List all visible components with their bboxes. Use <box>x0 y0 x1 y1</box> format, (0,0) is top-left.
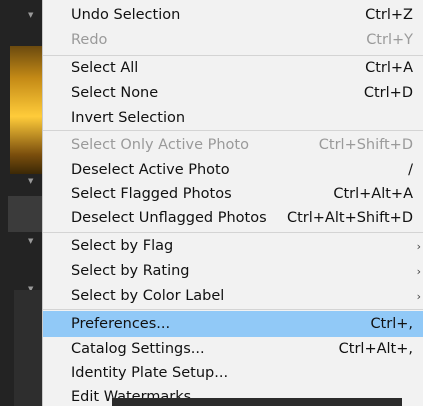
side-panel-bar <box>14 290 42 406</box>
menu-item-label: Undo Selection <box>71 7 181 23</box>
menu-item-shortcut: Ctrl+Y <box>366 32 413 48</box>
menu-item-shortcut: Ctrl+A <box>365 60 413 76</box>
menu-separator <box>43 309 423 310</box>
menu-item-label: Deselect Unflagged Photos <box>71 210 267 226</box>
menu-item-shortcut: / <box>408 162 413 178</box>
menu-item-select-all[interactable]: Select All Ctrl+A <box>43 55 423 81</box>
menu-item-select-by-color-label[interactable]: Select by Color Label › <box>43 283 423 309</box>
collapse-triangle-icon[interactable]: ▼ <box>28 12 33 19</box>
menu-item-label: Select by Color Label <box>71 288 225 304</box>
photo-thumbnail[interactable] <box>10 46 42 174</box>
underlying-window-strip <box>112 398 402 406</box>
menu-item-shortcut: Ctrl+D <box>363 85 413 101</box>
menu-item-select-flagged-photos[interactable]: Select Flagged Photos Ctrl+Alt+A <box>43 181 423 207</box>
menu-item-select-by-flag[interactable]: Select by Flag › <box>43 233 423 259</box>
chevron-right-icon: › <box>416 289 421 303</box>
collapse-triangle-icon[interactable]: ▼ <box>28 238 33 245</box>
menu-item-label: Invert Selection <box>71 110 186 126</box>
menu-item-label: Deselect Active Photo <box>71 162 230 178</box>
menu-item-label: Preferences... <box>71 316 171 332</box>
edit-menu: Undo Selection Ctrl+Z Redo Ctrl+Y Select… <box>42 0 423 406</box>
menu-item-label: Select by Flag <box>71 238 174 254</box>
menu-item-shortcut: Ctrl+Z <box>365 7 413 23</box>
menu-item-select-only-active-photo[interactable]: Select Only Active Photo Ctrl+Shift+D <box>43 132 423 158</box>
menu-item-label: Select None <box>71 85 159 101</box>
menu-item-shortcut: Ctrl+Alt+Shift+D <box>286 210 413 226</box>
menu-item-identity-plate-setup[interactable]: Identity Plate Setup... <box>43 360 423 386</box>
menu-separator <box>43 130 423 131</box>
menu-item-invert-selection[interactable]: Invert Selection <box>43 105 423 131</box>
menu-item-deselect-active-photo[interactable]: Deselect Active Photo / <box>43 157 423 183</box>
menu-item-label: Select Flagged Photos <box>71 186 232 202</box>
chevron-right-icon: › <box>416 264 421 278</box>
menu-item-select-by-rating[interactable]: Select by Rating › <box>43 258 423 284</box>
filmstrip-panel <box>8 196 42 232</box>
menu-item-label: Identity Plate Setup... <box>71 365 229 381</box>
app-background: ▼ ▼ ▼ ▼ <box>0 0 42 406</box>
menu-item-label: Select All <box>71 60 139 76</box>
menu-item-label: Redo <box>71 32 108 48</box>
menu-item-shortcut: Ctrl+, <box>370 316 413 332</box>
menu-item-shortcut: Ctrl+Alt+, <box>338 341 413 357</box>
menu-item-catalog-settings[interactable]: Catalog Settings... Ctrl+Alt+, <box>43 336 423 362</box>
menu-item-shortcut: Ctrl+Alt+A <box>333 186 413 202</box>
menu-item-label: Catalog Settings... <box>71 341 205 357</box>
menu-item-shortcut: Ctrl+Shift+D <box>318 137 413 153</box>
menu-item-preferences[interactable]: Preferences... Ctrl+, <box>43 311 423 337</box>
menu-item-label: Select by Rating <box>71 263 190 279</box>
menu-item-deselect-unflagged-photos[interactable]: Deselect Unflagged Photos Ctrl+Alt+Shift… <box>43 205 423 231</box>
menu-item-redo[interactable]: Redo Ctrl+Y <box>43 27 423 53</box>
menu-item-undo-selection[interactable]: Undo Selection Ctrl+Z <box>43 2 423 28</box>
menu-item-label: Select Only Active Photo <box>71 137 249 153</box>
collapse-triangle-icon[interactable]: ▼ <box>28 178 33 185</box>
chevron-right-icon: › <box>416 239 421 253</box>
menu-item-select-none[interactable]: Select None Ctrl+D <box>43 80 423 106</box>
